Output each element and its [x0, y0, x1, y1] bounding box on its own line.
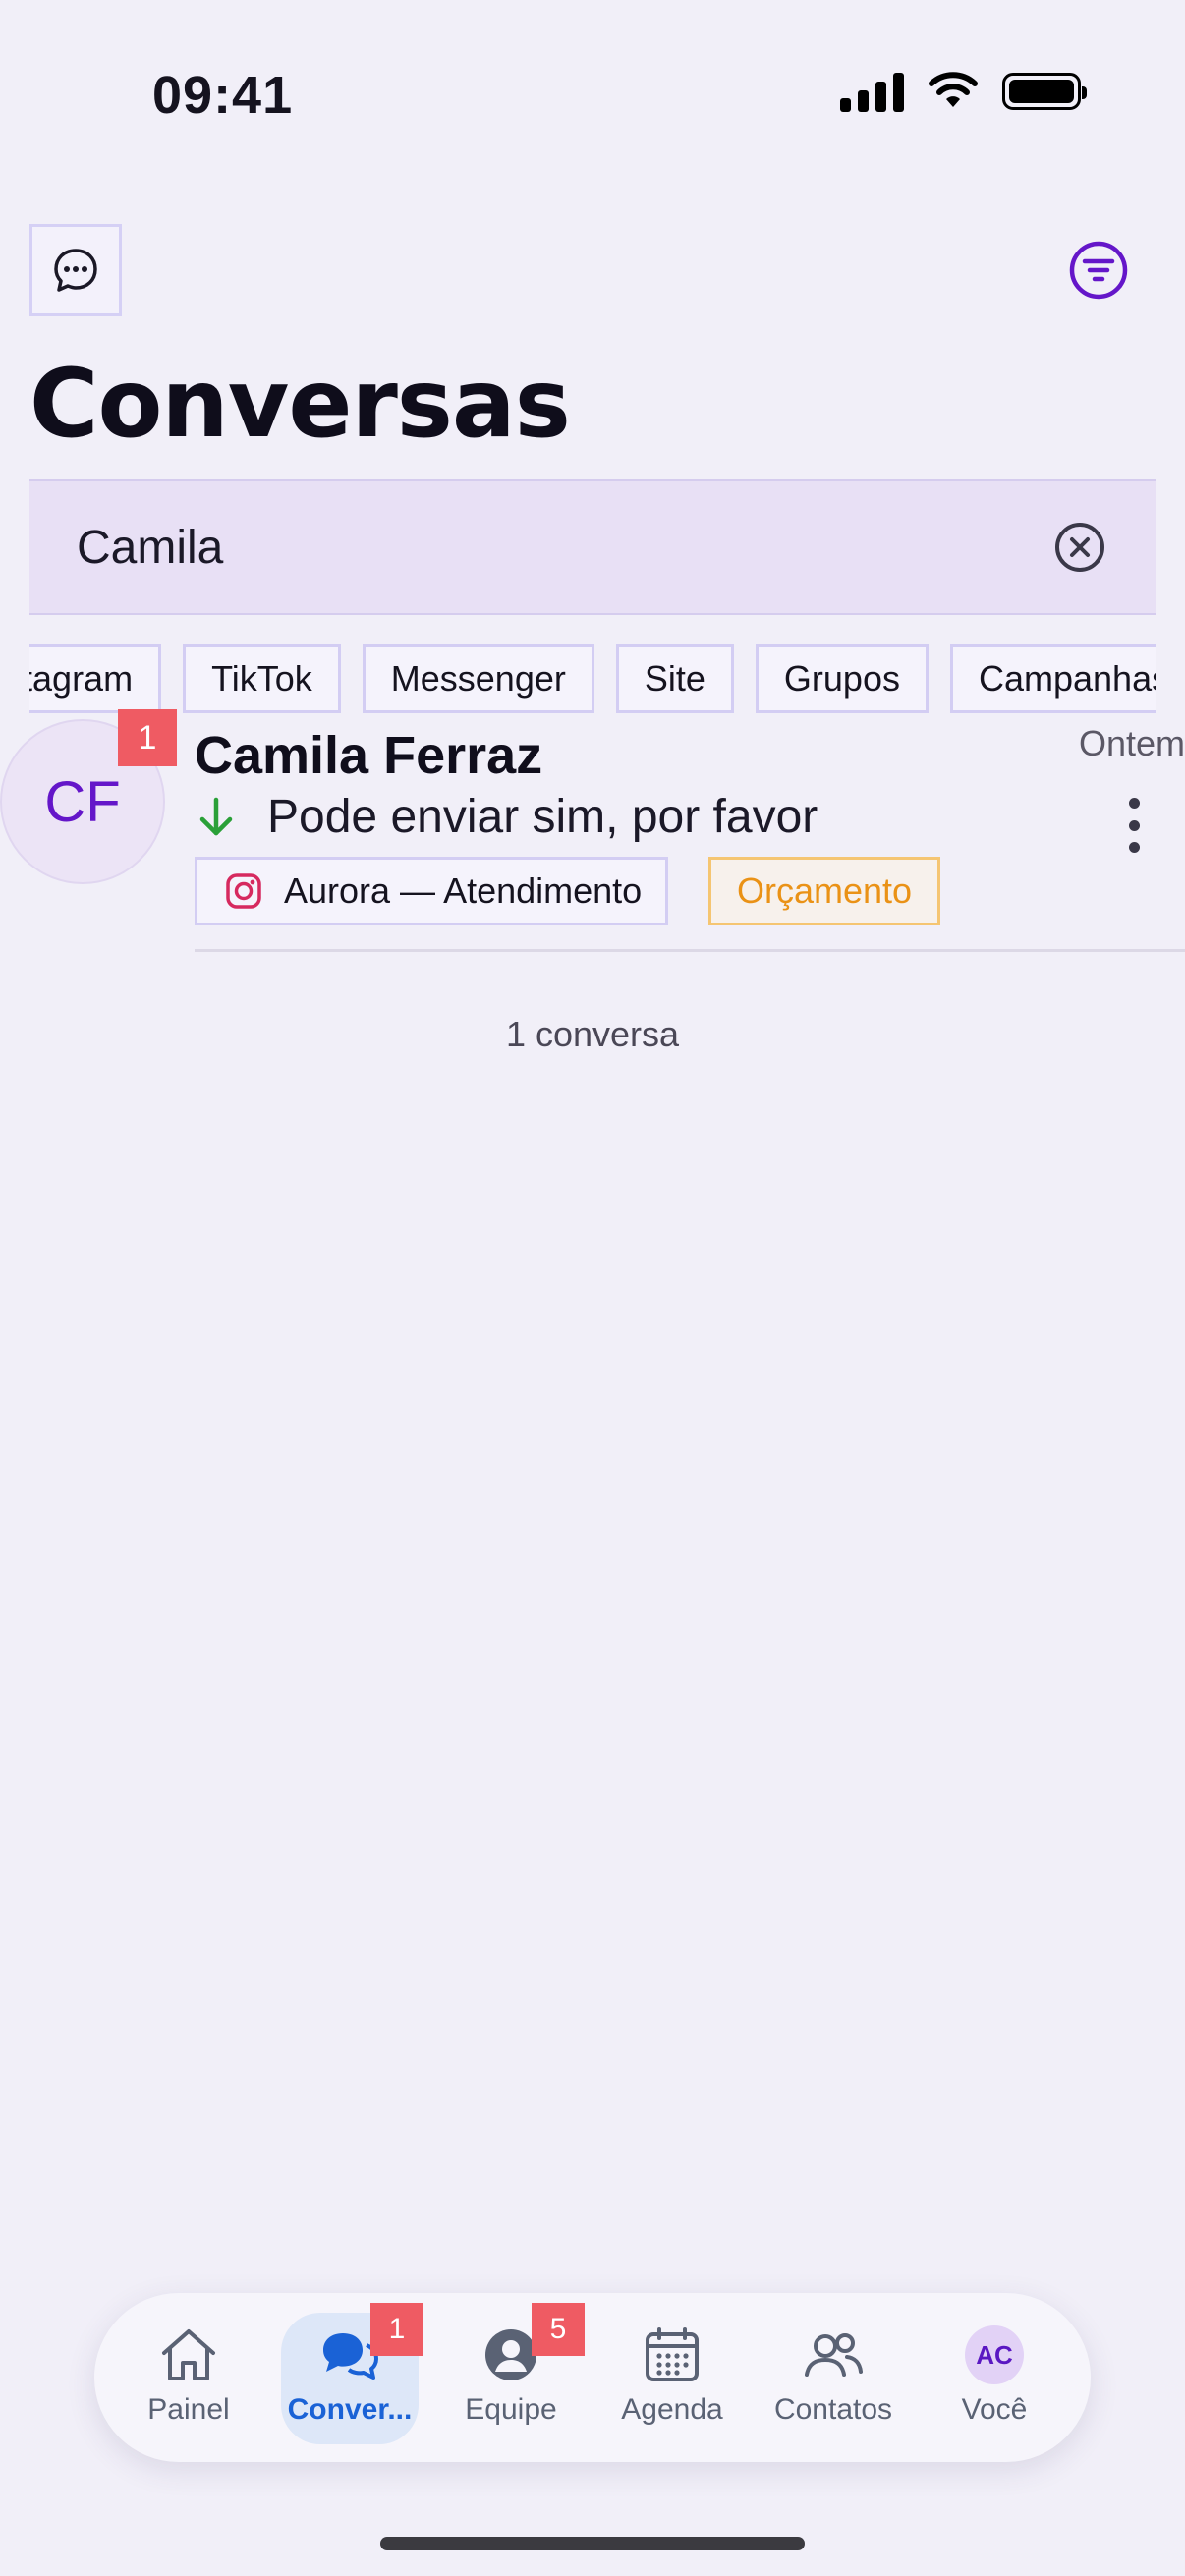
conversation-time: Ontem: [1078, 723, 1185, 763]
incoming-arrow-icon: [199, 797, 233, 836]
avatar-initials: CF: [44, 769, 121, 834]
tab-bar: Painel 1 Conver... 5 Equipe Agenda Conta…: [94, 2293, 1091, 2462]
tab-label: Conver...: [287, 2393, 413, 2426]
home-indicator: [380, 2537, 805, 2550]
tab-label: Equipe: [465, 2393, 557, 2426]
tab-label: Você: [961, 2393, 1028, 2426]
label-tag: Orçamento: [708, 857, 941, 925]
unread-badge: 1: [118, 709, 177, 766]
user-avatar: AC: [965, 2325, 1024, 2384]
tab-equipe[interactable]: 5 Equipe: [442, 2303, 585, 2444]
chat-bubble-icon: [54, 249, 97, 292]
instagram-icon: [226, 873, 261, 909]
last-message: Pode enviar sim, por favor: [267, 791, 818, 843]
chip-grupos[interactable]: Grupos: [755, 644, 929, 713]
contacts-icon: [805, 2333, 863, 2377]
filter-icon: [1069, 241, 1128, 300]
tab-painel[interactable]: Painel: [120, 2313, 257, 2444]
more-dot: [1128, 842, 1140, 853]
result-count: 1 conversa: [505, 1014, 680, 1054]
tab-label: Painel: [147, 2393, 230, 2426]
inbox-tag: Aurora — Atendimento: [195, 857, 669, 925]
tab-icon-wrap: 5: [479, 2303, 585, 2387]
conversation-row[interactable]: CF 1 Camila Ferraz Ontem Pode enviar sim…: [0, 709, 1185, 953]
tab-badge: 5: [532, 2303, 585, 2356]
more-dot: [1128, 798, 1140, 809]
tab-voce[interactable]: AC Você: [926, 2313, 1063, 2444]
tab-agenda[interactable]: Agenda: [603, 2313, 741, 2444]
chip-messenger[interactable]: Messenger: [362, 644, 594, 713]
chip-campanhas[interactable]: Campanhas: [949, 644, 1156, 713]
filter-button[interactable]: [1067, 239, 1130, 302]
status-icons: [840, 71, 1087, 112]
status-time: 09:41: [152, 66, 294, 125]
clear-icon: [1055, 523, 1104, 572]
tab-label: Agenda: [621, 2393, 723, 2426]
clear-search-button[interactable]: [1053, 521, 1106, 574]
home-icon: [162, 2329, 215, 2380]
contact-name: Camila Ferraz: [195, 726, 543, 785]
calendar-icon: [646, 2327, 699, 2381]
search-value[interactable]: Camila: [77, 521, 1053, 575]
tab-badge: 1: [370, 2303, 423, 2356]
signal-icon: [840, 71, 904, 112]
battery-icon: [1002, 73, 1087, 110]
tab-icon-wrap: 1: [317, 2303, 423, 2387]
inbox-name: Aurora — Atendimento: [284, 870, 643, 911]
search-input[interactable]: Camila: [29, 479, 1156, 615]
tab-icon-wrap: AC: [962, 2323, 1027, 2387]
new-conversation-button[interactable]: [29, 224, 122, 316]
chip-tiktok[interactable]: TikTok: [183, 644, 341, 713]
tab-contatos[interactable]: Contatos: [764, 2313, 902, 2444]
more-options-button[interactable]: [1124, 798, 1144, 853]
page-title: Conversas: [29, 349, 571, 459]
wifi-icon: [929, 72, 978, 107]
tab-conversas[interactable]: 1 Conver...: [281, 2303, 423, 2444]
chip-instagram[interactable]: Instagram: [29, 644, 162, 713]
divider: [195, 949, 1185, 952]
channel-filter-bar[interactable]: Instagram TikTok Messenger Site Grupos C…: [29, 644, 1156, 715]
tab-label: Contatos: [773, 2393, 893, 2426]
tab-icon-wrap: [801, 2323, 866, 2387]
tab-icon-wrap: [640, 2323, 705, 2387]
more-dot: [1128, 819, 1140, 831]
chip-site[interactable]: Site: [615, 644, 734, 713]
tab-icon-wrap: [156, 2323, 221, 2387]
